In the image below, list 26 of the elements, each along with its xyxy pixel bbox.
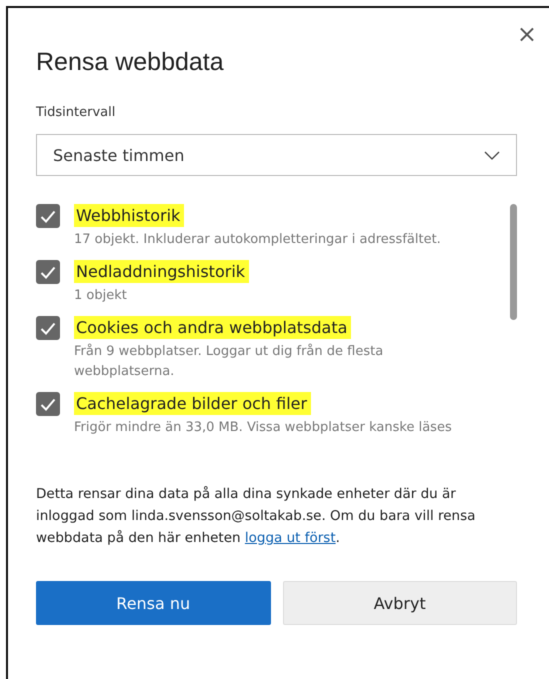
notice-text: Detta rensar dina data på alla dina synkade enheter där du är inloggad som linda.svensson@soltakab.se. Om du bara vill rensa webbdata på den här enheten logga ut först. [36,485,476,548]
dialog-title: Rensa webbdata [36,48,224,77]
option-label: Nedladdningshistorik [74,260,250,283]
clear-now-button[interactable]: Rensa nu [36,581,270,625]
cancel-button[interactable]: Avbryt [282,581,517,625]
option-description: 1 objekt [74,287,128,305]
check-icon [40,266,56,278]
sign-out-link[interactable]: logga ut först [244,530,336,546]
option-label: Cachelagrade bilder och filer [74,392,312,415]
checkbox[interactable] [36,260,60,284]
chevron-down-icon [484,150,500,160]
checkbox[interactable] [36,204,60,228]
option-label: Webbhistorik [74,204,184,227]
option-description: Frigör mindre än 33,0 MB. Vissa webbplatser kanske läses [74,419,453,437]
option-label: Cookies och andra webbplatsdata [74,316,352,339]
check-icon [40,322,56,334]
field-label: Tidsintervall [36,105,116,120]
checkbox[interactable] [36,316,60,340]
option-description: 17 objekt. Inkluderar autokompletteringar i adressfältet. [74,231,442,249]
check-icon [40,398,56,410]
scrollbar[interactable] [510,204,517,320]
close-button[interactable]: × [516,22,537,46]
checkbox[interactable] [36,392,60,416]
time-range-dropdown[interactable]: Senaste timmen [36,134,517,176]
option-description: Från 9 webbplatser. Loggar ut dig från de flesta webbplatserna. [74,342,384,381]
check-icon [40,210,56,222]
